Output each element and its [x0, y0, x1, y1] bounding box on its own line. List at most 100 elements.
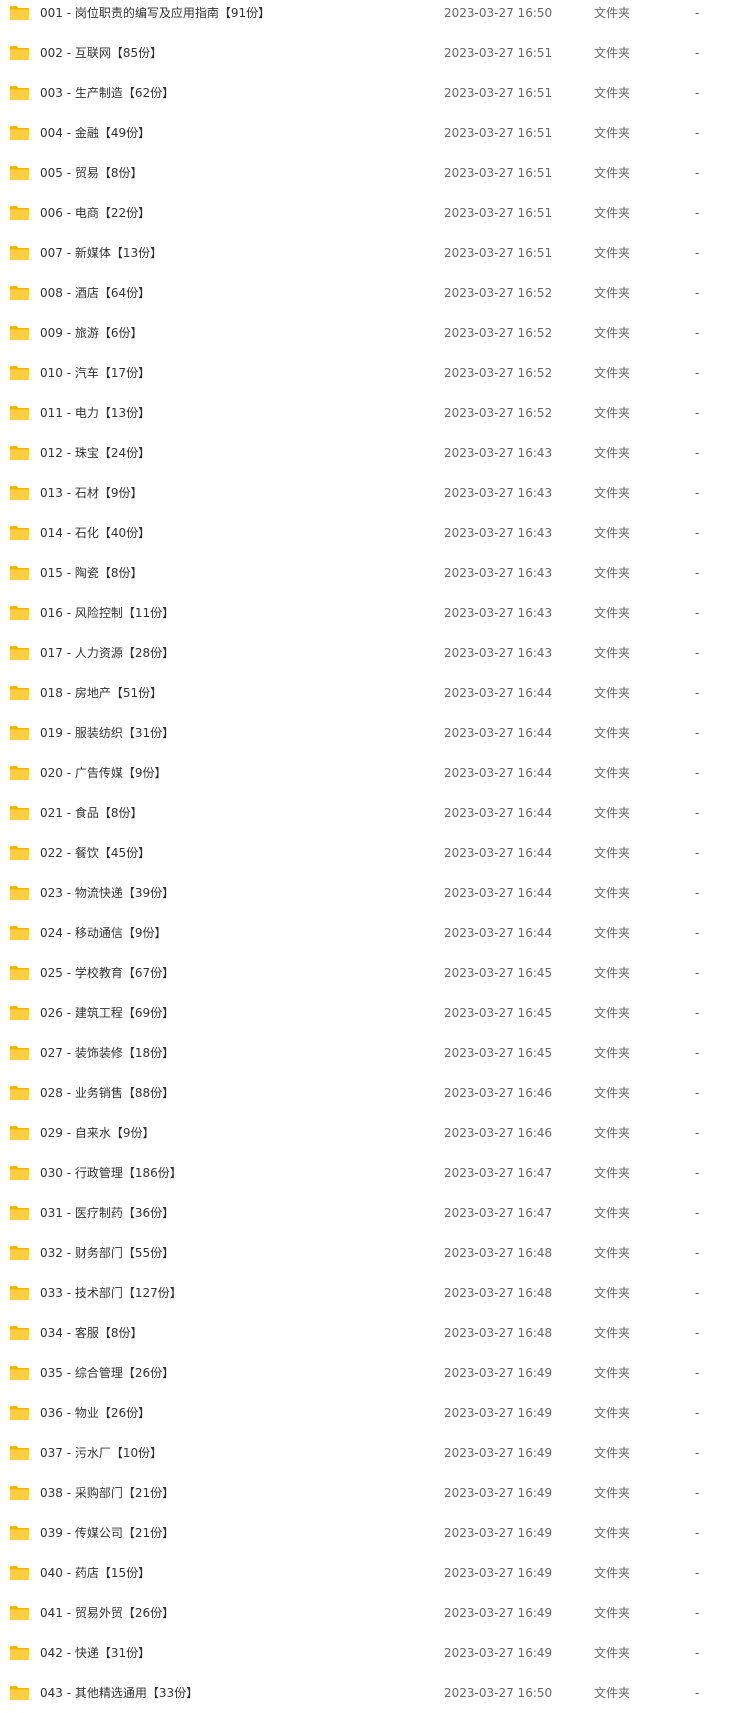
- file-row[interactable]: 010 - 汽车【17份】 2023-03-27 16:52 文件夹 -: [0, 353, 740, 393]
- file-row[interactable]: 027 - 装饰装修【18份】 2023-03-27 16:45 文件夹 -: [0, 1033, 740, 1073]
- file-size: -: [695, 126, 700, 140]
- file-type: 文件夹: [594, 686, 631, 700]
- file-modified-date: 2023-03-27 16:43: [444, 446, 553, 460]
- file-size: -: [695, 646, 700, 660]
- folder-icon: [9, 1325, 30, 1341]
- file-name: 033 - 技术部门【127份】: [40, 1286, 182, 1300]
- file-size: -: [695, 1246, 700, 1260]
- file-row[interactable]: 025 - 学校教育【67份】 2023-03-27 16:45 文件夹 -: [0, 953, 740, 993]
- file-modified-date: 2023-03-27 16:44: [444, 726, 553, 740]
- file-modified-date: 2023-03-27 16:49: [444, 1446, 553, 1460]
- file-name: 031 - 医疗制药【36份】: [40, 1206, 175, 1220]
- file-modified-date: 2023-03-27 16:48: [444, 1286, 553, 1300]
- file-row[interactable]: 019 - 服装纺织【31份】 2023-03-27 16:44 文件夹 -: [0, 713, 740, 753]
- file-row[interactable]: 039 - 传媒公司【21份】 2023-03-27 16:49 文件夹 -: [0, 1513, 740, 1553]
- folder-icon: [9, 485, 30, 501]
- folder-icon: [9, 325, 30, 341]
- file-row[interactable]: 035 - 综合管理【26份】 2023-03-27 16:49 文件夹 -: [0, 1353, 740, 1393]
- file-row[interactable]: 016 - 风险控制【11份】 2023-03-27 16:43 文件夹 -: [0, 593, 740, 633]
- folder-icon: [9, 1205, 30, 1221]
- file-name: 026 - 建筑工程【69份】: [40, 1006, 175, 1020]
- file-type: 文件夹: [594, 286, 631, 300]
- folder-icon: [9, 445, 30, 461]
- file-row[interactable]: 011 - 电力【13份】 2023-03-27 16:52 文件夹 -: [0, 393, 740, 433]
- file-type: 文件夹: [594, 1566, 631, 1580]
- file-row[interactable]: 041 - 贸易外贸【26份】 2023-03-27 16:49 文件夹 -: [0, 1593, 740, 1633]
- file-name: 009 - 旅游【6份】: [40, 326, 143, 340]
- file-row[interactable]: 023 - 物流快递【39份】 2023-03-27 16:44 文件夹 -: [0, 873, 740, 913]
- file-row[interactable]: 013 - 石材【9份】 2023-03-27 16:43 文件夹 -: [0, 473, 740, 513]
- folder-icon: [9, 245, 30, 261]
- folder-icon: [9, 1085, 30, 1101]
- file-modified-date: 2023-03-27 16:44: [444, 926, 553, 940]
- file-type: 文件夹: [594, 326, 631, 340]
- file-row[interactable]: 026 - 建筑工程【69份】 2023-03-27 16:45 文件夹 -: [0, 993, 740, 1033]
- folder-icon: [9, 845, 30, 861]
- file-size: -: [695, 526, 700, 540]
- file-name: 004 - 金融【49份】: [40, 126, 151, 140]
- file-size: -: [695, 1566, 700, 1580]
- file-modified-date: 2023-03-27 16:50: [444, 1686, 553, 1700]
- folder-icon: [9, 965, 30, 981]
- file-row[interactable]: 022 - 餐饮【45份】 2023-03-27 16:44 文件夹 -: [0, 833, 740, 873]
- folder-icon: [9, 885, 30, 901]
- file-row[interactable]: 005 - 贸易【8份】 2023-03-27 16:51 文件夹 -: [0, 153, 740, 193]
- file-row[interactable]: 037 - 污水厂【10份】 2023-03-27 16:49 文件夹 -: [0, 1433, 740, 1473]
- file-row[interactable]: 043 - 其他精选通用【33份】 2023-03-27 16:50 文件夹 -: [0, 1673, 740, 1713]
- file-row[interactable]: 012 - 珠宝【24份】 2023-03-27 16:43 文件夹 -: [0, 433, 740, 473]
- file-row[interactable]: 001 - 岗位职责的编写及应用指南【91份】 2023-03-27 16:50…: [0, 0, 740, 33]
- file-row[interactable]: 020 - 广告传媒【9份】 2023-03-27 16:44 文件夹 -: [0, 753, 740, 793]
- file-size: -: [695, 1606, 700, 1620]
- file-row[interactable]: 006 - 电商【22份】 2023-03-27 16:51 文件夹 -: [0, 193, 740, 233]
- file-row[interactable]: 021 - 食品【8份】 2023-03-27 16:44 文件夹 -: [0, 793, 740, 833]
- file-type: 文件夹: [594, 206, 631, 220]
- file-row[interactable]: 014 - 石化【40份】 2023-03-27 16:43 文件夹 -: [0, 513, 740, 553]
- file-type: 文件夹: [594, 1526, 631, 1540]
- file-name: 018 - 房地产【51份】: [40, 686, 163, 700]
- file-name: 030 - 行政管理【186份】: [40, 1166, 182, 1180]
- file-modified-date: 2023-03-27 16:49: [444, 1646, 553, 1660]
- file-type: 文件夹: [594, 1326, 631, 1340]
- file-size: -: [695, 1486, 700, 1500]
- file-modified-date: 2023-03-27 16:47: [444, 1166, 553, 1180]
- file-row[interactable]: 036 - 物业【26份】 2023-03-27 16:49 文件夹 -: [0, 1393, 740, 1433]
- file-type: 文件夹: [594, 46, 631, 60]
- file-row[interactable]: 003 - 生产制造【62份】 2023-03-27 16:51 文件夹 -: [0, 73, 740, 113]
- file-type: 文件夹: [594, 126, 631, 140]
- file-row[interactable]: 042 - 快递【31份】 2023-03-27 16:49 文件夹 -: [0, 1633, 740, 1673]
- file-row[interactable]: 024 - 移动通信【9份】 2023-03-27 16:44 文件夹 -: [0, 913, 740, 953]
- file-modified-date: 2023-03-27 16:45: [444, 966, 553, 980]
- file-row[interactable]: 032 - 财务部门【55份】 2023-03-27 16:48 文件夹 -: [0, 1233, 740, 1273]
- file-row[interactable]: 034 - 客服【8份】 2023-03-27 16:48 文件夹 -: [0, 1313, 740, 1353]
- file-row[interactable]: 038 - 采购部门【21份】 2023-03-27 16:49 文件夹 -: [0, 1473, 740, 1513]
- file-name: 003 - 生产制造【62份】: [40, 86, 175, 100]
- file-modified-date: 2023-03-27 16:48: [444, 1326, 553, 1340]
- file-row[interactable]: 028 - 业务销售【88份】 2023-03-27 16:46 文件夹 -: [0, 1073, 740, 1113]
- file-name: 037 - 污水厂【10份】: [40, 1446, 163, 1460]
- file-row[interactable]: 018 - 房地产【51份】 2023-03-27 16:44 文件夹 -: [0, 673, 740, 713]
- file-modified-date: 2023-03-27 16:51: [444, 246, 553, 260]
- file-name: 032 - 财务部门【55份】: [40, 1246, 175, 1260]
- file-row[interactable]: 009 - 旅游【6份】 2023-03-27 16:52 文件夹 -: [0, 313, 740, 353]
- folder-icon: [9, 685, 30, 701]
- file-row[interactable]: 031 - 医疗制药【36份】 2023-03-27 16:47 文件夹 -: [0, 1193, 740, 1233]
- file-row[interactable]: 017 - 人力资源【28份】 2023-03-27 16:43 文件夹 -: [0, 633, 740, 673]
- file-row[interactable]: 007 - 新媒体【13份】 2023-03-27 16:51 文件夹 -: [0, 233, 740, 273]
- folder-icon: [9, 1165, 30, 1181]
- file-size: -: [695, 806, 700, 820]
- file-row[interactable]: 004 - 金融【49份】 2023-03-27 16:51 文件夹 -: [0, 113, 740, 153]
- file-size: -: [695, 926, 700, 940]
- folder-icon: [9, 1285, 30, 1301]
- file-name: 025 - 学校教育【67份】: [40, 966, 175, 980]
- file-row[interactable]: 015 - 陶瓷【8份】 2023-03-27 16:43 文件夹 -: [0, 553, 740, 593]
- file-row[interactable]: 008 - 酒店【64份】 2023-03-27 16:52 文件夹 -: [0, 273, 740, 313]
- file-modified-date: 2023-03-27 16:51: [444, 166, 553, 180]
- file-row[interactable]: 030 - 行政管理【186份】 2023-03-27 16:47 文件夹 -: [0, 1153, 740, 1193]
- file-row[interactable]: 040 - 药店【15份】 2023-03-27 16:49 文件夹 -: [0, 1553, 740, 1593]
- file-name: 043 - 其他精选通用【33份】: [40, 1686, 199, 1700]
- file-size: -: [695, 1286, 700, 1300]
- file-row[interactable]: 033 - 技术部门【127份】 2023-03-27 16:48 文件夹 -: [0, 1273, 740, 1313]
- file-row[interactable]: 029 - 自来水【9份】 2023-03-27 16:46 文件夹 -: [0, 1113, 740, 1153]
- file-row[interactable]: 002 - 互联网【85份】 2023-03-27 16:51 文件夹 -: [0, 33, 740, 73]
- file-name: 040 - 药店【15份】: [40, 1566, 151, 1580]
